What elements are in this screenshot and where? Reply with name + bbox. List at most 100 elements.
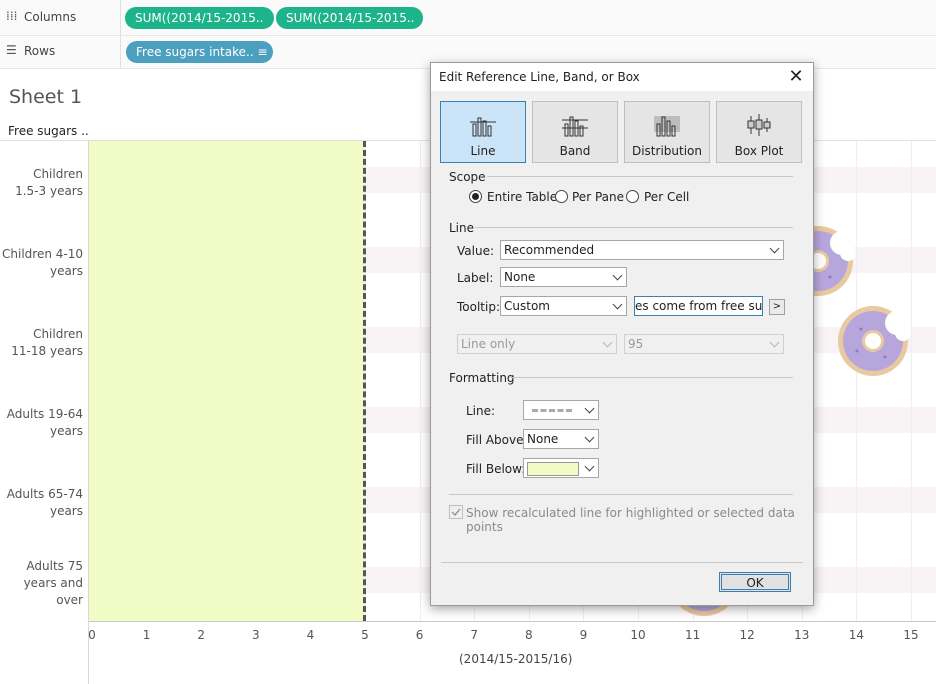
line-section-label: Line [449, 221, 475, 235]
type-button-band[interactable]: Band [532, 101, 618, 163]
type-button-box-plot[interactable]: Box Plot [716, 101, 802, 163]
row-label-line: 1.5-3 years [15, 184, 83, 198]
row-label-line: Adults 65-74 [6, 487, 83, 501]
row-label-line: years [49, 264, 83, 278]
chevron-down-icon [584, 461, 595, 472]
type-label-line: Line [470, 144, 496, 158]
chevron-down-icon [769, 243, 780, 254]
type-label-distribution: Distribution [631, 144, 702, 158]
rows-icon: ☰ [6, 43, 17, 57]
scope-per-cell-radio[interactable] [626, 190, 639, 203]
tooltip-select[interactable]: Custom [500, 296, 627, 316]
row-label: Children 4-10 years [2, 246, 83, 280]
x-tick-label: 3 [251, 628, 260, 642]
dashed-line-swatch [532, 409, 572, 415]
columns-pill-1[interactable]: SUM((2014/15-2015.. [125, 7, 274, 29]
label-select[interactable]: None [500, 267, 627, 287]
row-header-title[interactable]: Free sugars .. [8, 124, 89, 138]
x-tick-label: 1 [142, 628, 151, 642]
type-button-distribution[interactable]: Distribution [624, 101, 710, 163]
row-label: Adults 19-64 years [7, 406, 83, 440]
check-icon [451, 508, 461, 517]
tooltip-insert-button[interactable]: > [769, 299, 785, 315]
edit-reference-line-dialog: Edit Reference Line, Band, or Box ✕ Line… [430, 62, 814, 606]
row-label-line: Children 4-10 [2, 247, 83, 261]
x-axis-title: (2014/15-2015/16) [459, 652, 573, 666]
scope-per-pane-radio[interactable] [555, 190, 568, 203]
fill-above-label: Fill Above: [466, 433, 528, 447]
columns-icon: ⁞⁞⁞ [6, 9, 18, 23]
close-icon[interactable]: ✕ [785, 66, 807, 88]
shelf-divider [120, 0, 121, 35]
fill-above-select-text: None [527, 432, 559, 446]
line-only-select: Line only [457, 334, 617, 354]
x-tick-label: 15 [903, 628, 919, 642]
line-style-label: Line: [466, 404, 496, 418]
recalculated-line-checkbox[interactable] [449, 505, 463, 519]
tooltip-text-input[interactable]: es come from free sugars!| [634, 296, 763, 316]
columns-shelf-label: Columns [24, 10, 77, 24]
percent-select: 95 [624, 334, 784, 354]
reference-line [363, 141, 366, 621]
y-axis-line [88, 141, 89, 684]
value-select[interactable]: Recommended [500, 240, 784, 260]
row-label: Adults 65-74 years [7, 486, 83, 520]
columns-pill-2[interactable]: SUM((2014/15-2015.. [276, 7, 423, 29]
scope-section-label: Scope [449, 170, 486, 184]
columns-shelf: ⁞⁞⁞ Columns SUM((2014/15-2015.. SUM((201… [0, 0, 936, 36]
row-label-line: 11-18 years [11, 344, 83, 358]
scope-entire-table-radio[interactable] [469, 190, 482, 203]
value-select-text: Recommended [504, 243, 595, 257]
donut-mark[interactable] [833, 301, 913, 381]
chevron-down-icon [584, 432, 595, 443]
line-style-select[interactable] [523, 400, 599, 420]
x-tick-label: 14 [848, 628, 865, 642]
x-tick-label: 12 [739, 628, 755, 642]
x-tick-label: 7 [470, 628, 478, 642]
x-tick-label: 10 [630, 628, 646, 642]
row-label-line: Adults 19-64 [6, 407, 83, 421]
x-axis-line [88, 621, 936, 622]
type-label-band: Band [559, 144, 591, 158]
dialog-title: Edit Reference Line, Band, or Box [439, 70, 640, 84]
dialog-titlebar: Edit Reference Line, Band, or Box ✕ [431, 63, 813, 91]
tooltip-field-label: Tooltip: [457, 300, 501, 314]
rows-shelf-label: Rows [24, 44, 56, 58]
shelf-divider [120, 36, 121, 68]
row-label-line: years [49, 424, 83, 438]
value-field-label: Value: [457, 244, 494, 258]
chevron-down-icon [612, 270, 623, 281]
row-label-line: years and [23, 575, 83, 590]
gridline [856, 141, 857, 621]
x-tick-label: 2 [197, 628, 205, 642]
type-button-line[interactable]: Line [440, 101, 526, 163]
percent-select-text: 95 [628, 337, 644, 351]
chevron-down-icon [584, 403, 595, 414]
recalculated-line-label: Show recalculated line for highlighted o… [466, 506, 795, 534]
gridline [420, 141, 421, 621]
fill-below-color-swatch [527, 462, 579, 476]
type-label-box-plot: Box Plot [734, 144, 784, 158]
fill-above-select[interactable]: None [523, 429, 599, 449]
box-plot-type-icon [747, 114, 771, 136]
x-tick-label: 0 [88, 628, 96, 642]
scope-divider [487, 176, 793, 177]
x-tick-label: 11 [684, 628, 701, 642]
label-select-text: None [504, 270, 536, 284]
row-label: Children 11-18 years [11, 326, 83, 360]
row-label: Children 1.5-3 years [15, 166, 83, 200]
distribution-type-icon [654, 116, 680, 137]
ok-button[interactable]: OK [719, 572, 791, 592]
x-tick-label: 6 [415, 628, 424, 642]
chevron-down-icon [602, 337, 613, 348]
label-field-label: Label: [457, 271, 494, 285]
rows-pill[interactable]: Free sugars intake.. ≡ [126, 41, 273, 63]
line-only-select-text: Line only [461, 337, 516, 351]
scope-entire-table-label: Entire Table [487, 190, 558, 204]
fill-below-label: Fill Below: [466, 462, 526, 476]
row-label-line: years [49, 504, 83, 518]
row-label-line: Children [33, 167, 83, 181]
fill-below-select[interactable] [523, 458, 599, 478]
formatting-section-label: Formatting [449, 371, 515, 385]
chevron-down-icon [612, 299, 623, 310]
